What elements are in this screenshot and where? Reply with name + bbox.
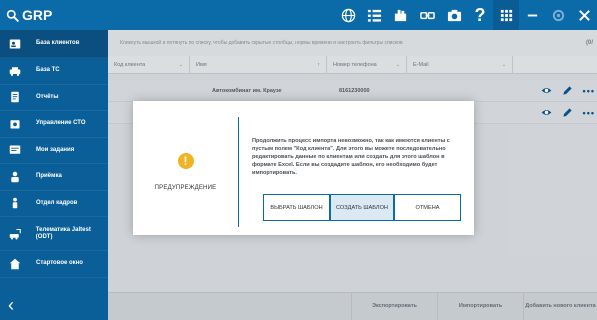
link-icon[interactable]: [413, 0, 441, 30]
globe-icon[interactable]: [335, 0, 361, 30]
dialog-divider: [238, 117, 239, 227]
service-icon: [8, 117, 22, 131]
report-icon: [8, 90, 22, 104]
sidebar-item-reception[interactable]: Приёмка: [0, 164, 108, 191]
search-icon: [6, 9, 19, 22]
sidebar: База клиентов База ТС Отчёты Управление …: [0, 30, 108, 320]
minimize-icon[interactable]: [519, 0, 545, 30]
sidebar-item-vehicles[interactable]: База ТС: [0, 58, 108, 85]
dialog-title: ПРЕДУПРЕЖДЕНИЕ: [154, 185, 217, 191]
help-icon[interactable]: ?: [467, 0, 493, 30]
warning-dialog: ! ПРЕДУПРЕЖДЕНИЕ Продолжить процесс импо…: [133, 101, 474, 235]
list-icon[interactable]: [361, 0, 387, 30]
app-title: GRP: [22, 7, 53, 23]
sidebar-item-tasks[interactable]: Мои задания: [0, 138, 108, 164]
sidebar-item-home[interactable]: Стартовое окно: [0, 251, 108, 278]
dialog-header: ! ПРЕДУПРЕЖДЕНИЕ: [133, 101, 238, 235]
settings-icon[interactable]: [545, 0, 571, 30]
close-icon[interactable]: [571, 0, 597, 30]
choose-template-button[interactable]: ВЫБРАТЬ ШАБЛОН: [263, 194, 330, 221]
sidebar-item-hr[interactable]: Отдел кадров: [0, 191, 108, 217]
clients-icon: [8, 37, 22, 51]
sidebar-item-reports[interactable]: Отчёты: [0, 85, 108, 111]
dialog-buttons: ВЫБРАТЬ ШАБЛОН СОЗДАТЬ ШАБЛОН ОТМЕНА: [263, 194, 461, 221]
camera-icon[interactable]: [441, 0, 467, 30]
tasks-icon: [8, 143, 22, 157]
top-bar: GRP ?: [0, 0, 597, 30]
collapse-sidebar-button[interactable]: ‹: [0, 290, 108, 320]
create-template-button[interactable]: СОЗДАТЬ ШАБЛОН: [330, 194, 394, 221]
sidebar-item-telematics[interactable]: Телематика Jaltest (ODT): [0, 217, 108, 251]
home-icon: [8, 257, 22, 271]
sidebar-item-clients[interactable]: База клиентов: [0, 30, 108, 58]
car-icon: [8, 64, 22, 78]
reception-icon: [8, 170, 22, 184]
tray-icon[interactable]: [387, 0, 413, 30]
hr-icon: [8, 196, 22, 210]
app-logo[interactable]: GRP: [0, 0, 108, 30]
grid-icon[interactable]: [493, 0, 519, 30]
cancel-button[interactable]: ОТМЕНА: [394, 194, 461, 221]
dialog-message: Продолжить процесс импорта невозможно, т…: [252, 138, 450, 176]
telematics-icon: [8, 227, 22, 241]
chevron-left-icon: ‹: [8, 294, 14, 315]
sidebar-item-service[interactable]: Управление СТО: [0, 111, 108, 138]
warning-icon: !: [177, 153, 194, 169]
